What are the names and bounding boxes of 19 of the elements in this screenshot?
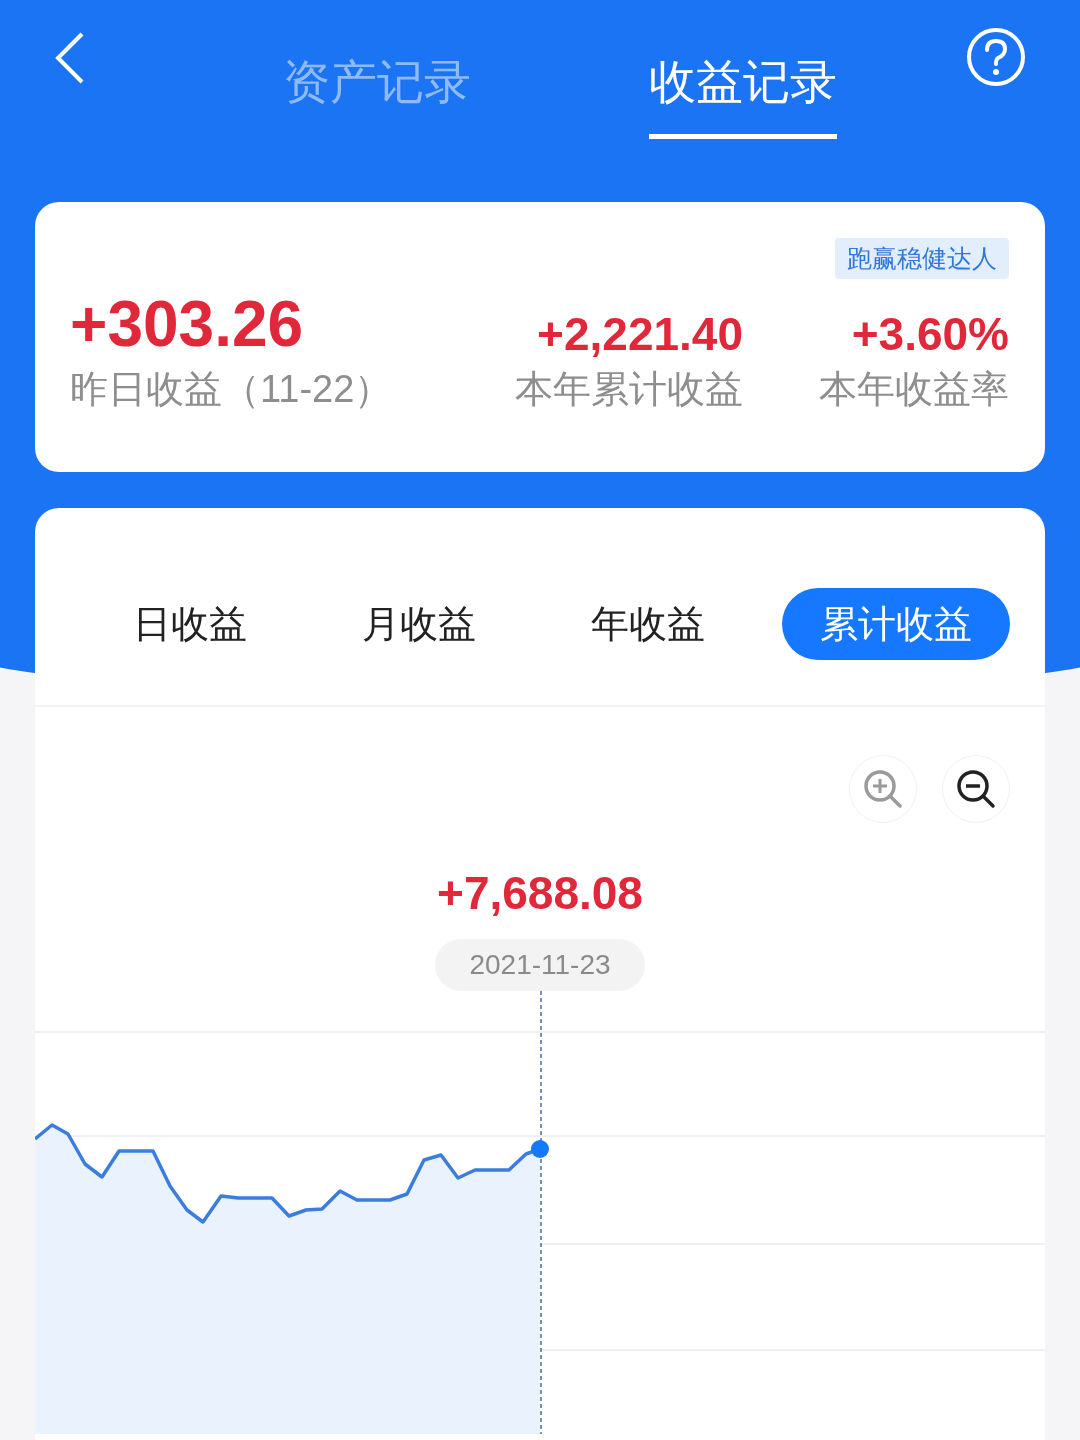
zoom-out-icon: [954, 767, 998, 811]
period-tab[interactable]: 年收益: [553, 588, 743, 660]
help-icon[interactable]: [966, 27, 1026, 87]
back-icon[interactable]: [54, 32, 86, 84]
stat-value: +2,221.40: [537, 308, 743, 360]
achievement-badge: 跑赢稳健达人: [835, 238, 1009, 279]
period-tab[interactable]: 累计收益: [782, 588, 1010, 660]
zoom-in-icon: [861, 767, 905, 811]
period-tab[interactable]: 月收益: [324, 588, 514, 660]
data-point: [531, 1140, 549, 1158]
stat-label: 本年累计收益: [515, 367, 743, 413]
stat-label: 本年收益率: [819, 367, 1009, 413]
tooltip-value: +7,688.08: [437, 866, 643, 921]
tab[interactable]: 收益记录: [649, 56, 837, 139]
stat-value: +303.26: [70, 289, 304, 360]
period-tab[interactable]: 日收益: [95, 588, 285, 660]
stat-value: +3.60%: [851, 308, 1009, 360]
stat-label: 昨日收益（11-22）: [70, 367, 393, 413]
tooltip-date: 2021-11-23: [435, 939, 645, 991]
